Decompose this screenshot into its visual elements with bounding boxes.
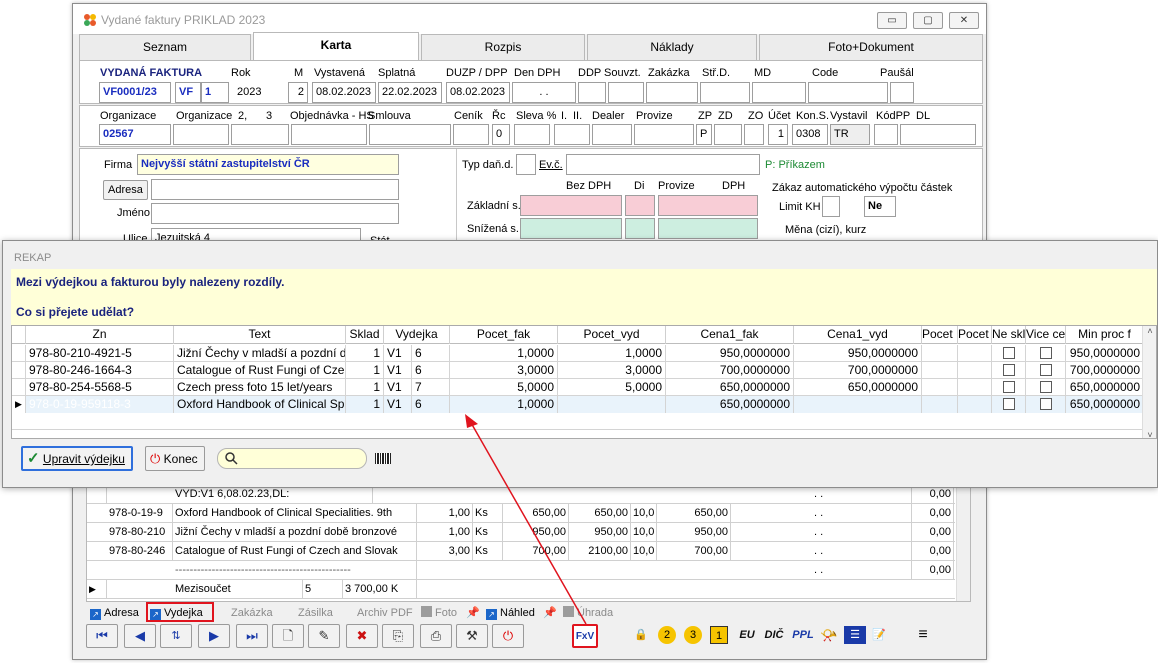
annotation-arrow — [465, 414, 587, 625]
